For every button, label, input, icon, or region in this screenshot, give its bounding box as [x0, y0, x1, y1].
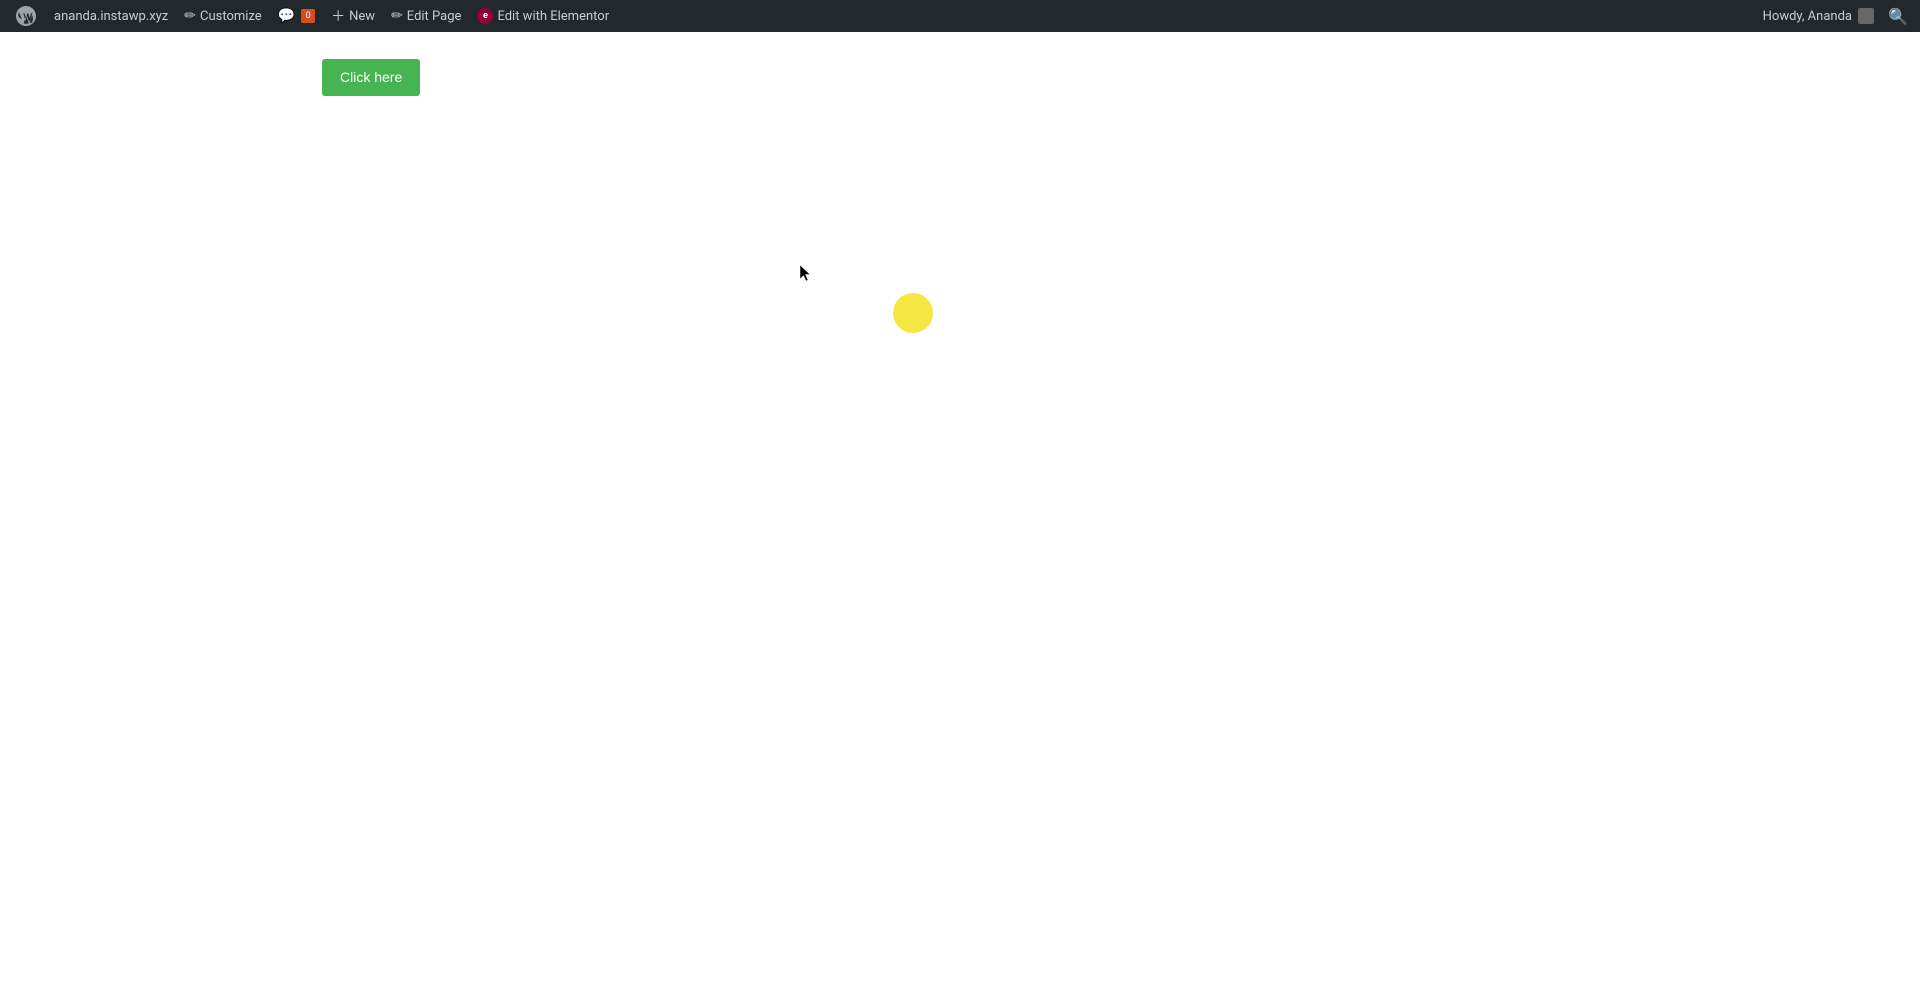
edit-page-label: Edit Page [407, 9, 462, 24]
site-name-text: ananda.instawp.xyz [54, 9, 168, 24]
edit-page-icon: ✏ [391, 8, 403, 24]
edit-with-elementor-link[interactable]: e Edit with Elementor [469, 0, 617, 32]
yellow-circle-decoration [893, 293, 933, 333]
comment-count: 0 [301, 9, 315, 23]
customize-icon: ✏ [184, 8, 196, 24]
comments-icon: 💬 [278, 8, 295, 24]
edit-with-elementor-label: Edit with Elementor [497, 9, 609, 24]
wp-logo-link[interactable] [6, 0, 46, 32]
site-name-link[interactable]: ananda.instawp.xyz [46, 0, 176, 32]
mouse-cursor [800, 265, 812, 283]
admin-bar: ananda.instawp.xyz ✏ Customize 💬 0 ＋ New… [0, 0, 1920, 32]
page-content: Click here [0, 32, 1920, 949]
new-link[interactable]: ＋ New [323, 0, 383, 32]
edit-page-link[interactable]: ✏ Edit Page [383, 0, 469, 32]
customize-label: Customize [200, 9, 262, 24]
search-icon: 🔍 [1888, 7, 1908, 26]
comments-link[interactable]: 💬 0 [270, 0, 323, 32]
howdy-text: Howdy, Ananda [1763, 9, 1852, 24]
howdy-link[interactable]: Howdy, Ananda [1755, 8, 1882, 24]
new-label: New [349, 9, 375, 24]
search-button[interactable]: 🔍 [1882, 0, 1914, 32]
click-here-button[interactable]: Click here [322, 59, 420, 96]
elementor-icon: e [477, 8, 493, 24]
wp-logo-icon [16, 6, 36, 26]
customize-link[interactable]: ✏ Customize [176, 0, 269, 32]
adminbar-right: Howdy, Ananda 🔍 [1755, 0, 1914, 32]
new-icon: ＋ [331, 6, 345, 26]
user-avatar [1858, 8, 1874, 24]
